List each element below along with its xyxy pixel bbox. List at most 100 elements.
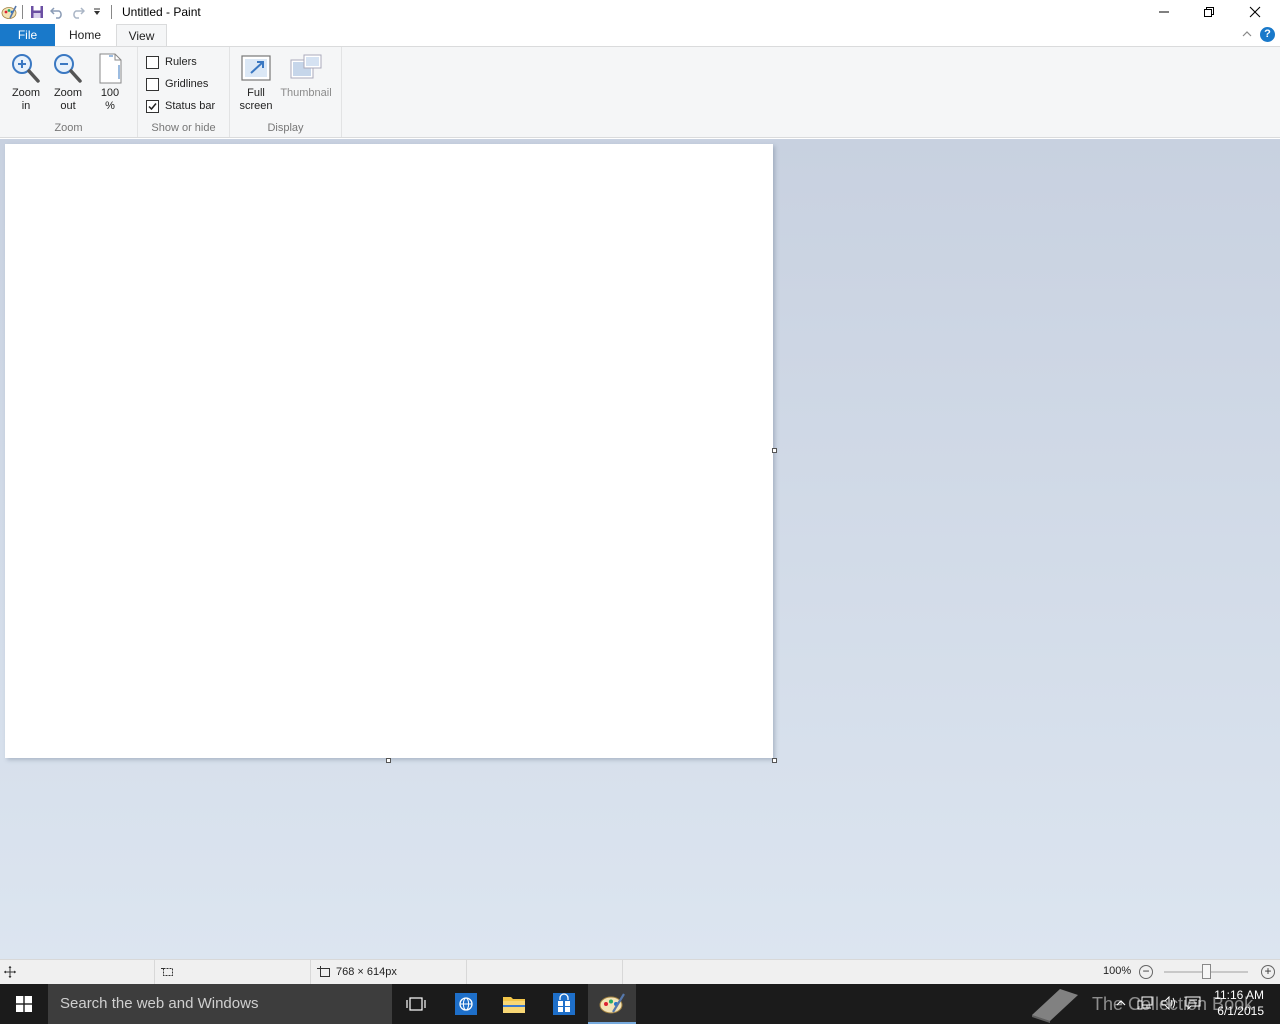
windows-taskbar: Search the web and Windows The Collectio…: [0, 984, 1280, 1024]
resize-handle-corner[interactable]: [772, 758, 777, 763]
network-icon: [1137, 996, 1153, 1010]
zoom-in-label-2: in: [21, 100, 31, 112]
chevron-up-icon: [1242, 31, 1252, 37]
full-screen-label-1: Full: [247, 87, 265, 99]
zoom-in-icon: [12, 54, 40, 83]
taskbar-file-explorer-button[interactable]: [490, 984, 538, 1024]
canvas-workspace[interactable]: [0, 139, 1280, 959]
task-view-button[interactable]: [392, 984, 440, 1024]
actual-size-button[interactable]: 100 %: [92, 51, 128, 113]
qat-separator: [22, 5, 23, 19]
thumbnail-button[interactable]: Thumbnail: [278, 51, 334, 100]
network-tray-button[interactable]: [1136, 994, 1154, 1012]
volume-tray-button[interactable]: [1160, 994, 1178, 1012]
undo-icon[interactable]: [47, 2, 67, 22]
zoom-group: Zoom in Zoom out 100 % Zoom: [0, 47, 138, 137]
clock-date: 6/1/2015: [1217, 1004, 1264, 1018]
drawing-canvas[interactable]: [5, 144, 773, 758]
help-button[interactable]: ?: [1260, 27, 1275, 42]
zoom-out-status-button[interactable]: −: [1139, 965, 1153, 979]
zoom-out-button[interactable]: Zoom out: [48, 51, 88, 113]
show-hidden-icons-button[interactable]: [1112, 994, 1130, 1012]
quick-access-toolbar: [0, 0, 116, 24]
image-size-icon: [317, 966, 330, 977]
gridlines-checkbox[interactable]: Gridlines: [146, 75, 208, 93]
redo-icon[interactable]: [67, 2, 87, 22]
file-size-cell: [467, 960, 623, 984]
paint-app-icon: [599, 993, 625, 1014]
clock-time: 11:16 AM: [1214, 988, 1264, 1002]
display-group-label: Display: [267, 122, 304, 134]
rulers-checkbox[interactable]: Rulers: [146, 53, 197, 71]
speaker-icon: [1161, 996, 1175, 1010]
cursor-position-icon: [4, 966, 16, 978]
checkmark-icon: [148, 102, 157, 110]
ribbon-tabs: File Home View ?: [0, 24, 1280, 47]
start-button[interactable]: [0, 984, 48, 1024]
resize-handle-bottom[interactable]: [386, 758, 391, 763]
thumbnail-icon: [290, 54, 322, 79]
notification-icon: [1185, 996, 1201, 1010]
zoom-in-label-1: Zoom: [11, 87, 41, 99]
full-screen-button[interactable]: Full screen: [236, 51, 276, 113]
gridlines-checkbox-box[interactable]: [146, 77, 159, 91]
status-bar-label: Status bar: [165, 100, 216, 112]
full-screen-icon: [241, 55, 271, 81]
rulers-checkbox-box[interactable]: [146, 55, 159, 69]
zoom-level-text: 100%: [1103, 965, 1132, 977]
zoom-out-label-2: out: [60, 100, 76, 112]
thumbnail-label: Thumbnail: [280, 87, 332, 99]
gridlines-label: Gridlines: [165, 78, 209, 90]
minimize-icon: [1159, 11, 1169, 13]
close-icon: [1249, 6, 1261, 18]
full-screen-label-2: screen: [239, 100, 273, 112]
taskbar-clock[interactable]: 11:16 AM 6/1/2015: [1214, 987, 1264, 1019]
minimize-button[interactable]: [1141, 0, 1187, 24]
actual-size-label-2: %: [105, 100, 115, 112]
selection-size-icon: [161, 968, 173, 976]
customize-qat-icon[interactable]: [87, 2, 107, 22]
collapse-ribbon-button[interactable]: [1240, 27, 1254, 41]
action-center-button[interactable]: [1184, 994, 1202, 1012]
store-icon: [553, 993, 575, 1015]
zoom-out-label-1: Zoom: [53, 87, 83, 99]
windows-logo-icon: [16, 996, 32, 1012]
paint-app-icon[interactable]: [0, 2, 18, 22]
tab-view[interactable]: View: [116, 24, 167, 47]
zoom-in-status-button[interactable]: +: [1261, 965, 1275, 979]
rulers-label: Rulers: [165, 56, 197, 68]
chevron-up-icon: [1116, 1000, 1126, 1006]
image-size-cell: 768 × 614px: [311, 960, 467, 984]
folder-icon: [503, 997, 525, 1013]
task-view-icon: [406, 997, 426, 1011]
tab-file[interactable]: File: [0, 24, 55, 46]
resize-handle-right[interactable]: [772, 448, 777, 453]
taskbar-store-button[interactable]: [540, 984, 588, 1024]
zoom-out-icon: [54, 54, 82, 83]
restore-button[interactable]: [1186, 0, 1232, 24]
show-or-hide-group-label: Show or hide: [151, 122, 216, 134]
display-group: Full screen Thumbnail Display: [230, 47, 342, 137]
status-bar: 768 × 614px 100% − +: [0, 959, 1280, 984]
taskbar-search-box[interactable]: Search the web and Windows: [48, 984, 392, 1024]
zoom-group-label: Zoom: [54, 122, 83, 134]
cursor-position-cell: [0, 960, 155, 984]
tab-home[interactable]: Home: [58, 24, 112, 46]
close-button[interactable]: [1232, 0, 1278, 24]
restore-icon: [1204, 7, 1214, 17]
book-icon: [1032, 989, 1078, 1023]
zoom-slider-thumb[interactable]: [1202, 964, 1211, 979]
selection-size-cell: [155, 960, 311, 984]
actual-size-label-1: 100: [100, 87, 120, 99]
taskbar-browser-button[interactable]: [442, 984, 490, 1024]
taskbar-paint-button[interactable]: [588, 984, 636, 1024]
status-bar-checkbox[interactable]: Status bar: [146, 97, 215, 115]
image-size-text: 768 × 614px: [336, 966, 397, 978]
status-bar-checkbox-box[interactable]: [146, 99, 159, 113]
browser-icon: [455, 993, 477, 1015]
show-or-hide-group: Rulers Gridlines Status bar Show or hide: [138, 47, 230, 137]
window-title: Untitled - Paint: [122, 5, 201, 19]
save-icon[interactable]: [27, 2, 47, 22]
zoom-in-button[interactable]: Zoom in: [6, 51, 46, 113]
qat-separator: [111, 5, 112, 19]
